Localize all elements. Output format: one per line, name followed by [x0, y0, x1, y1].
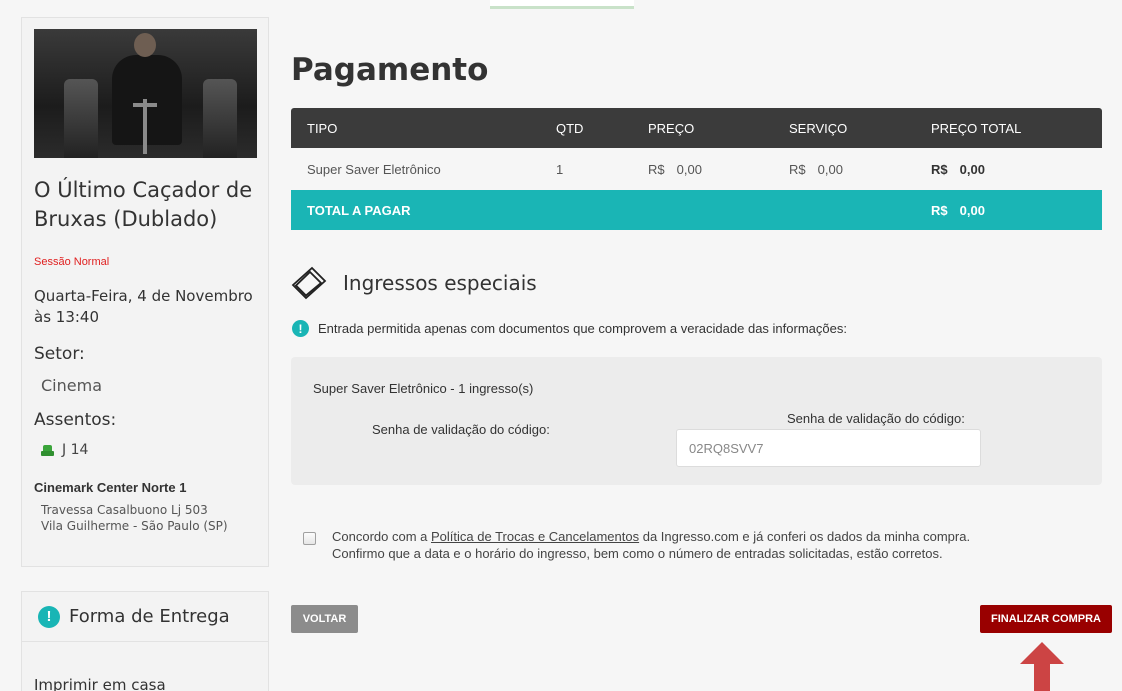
column-header-price: PREÇO: [648, 120, 695, 136]
table-row: Super Saver Eletrônico 1 R$ 0,00 R$ 0,00…: [291, 148, 1102, 190]
price-value: 0,00: [676, 161, 702, 177]
row-type: Super Saver Eletrônico: [307, 161, 441, 177]
terms-checkbox[interactable]: [303, 532, 316, 545]
special-tickets-title: Ingressos especiais: [343, 271, 537, 295]
back-button[interactable]: VOLTAR: [291, 605, 358, 633]
currency-symbol: R$: [931, 202, 948, 218]
cinema-address: Travessa Casalbuono Lj 503 Vila Guilherm…: [41, 503, 228, 533]
column-header-total: PREÇO TOTAL: [931, 120, 1022, 136]
seat-item: J 14: [41, 442, 88, 458]
payment-table: TIPO QTD PREÇO SERVIÇO PREÇO TOTAL Super…: [291, 108, 1102, 230]
notice-text: Entrada permitida apenas com documentos …: [318, 321, 847, 336]
total-label: TOTAL A PAGAR: [307, 202, 411, 218]
delivery-header: ! Forma de Entrega: [22, 592, 268, 642]
column-header-type: TIPO: [307, 120, 338, 136]
terms-prefix: Concordo com a: [332, 529, 431, 544]
delivery-method-card: ! Forma de Entrega Imprimir em casa: [21, 591, 269, 691]
currency-symbol: R$: [789, 161, 806, 177]
ticket-description: Super Saver Eletrônico - 1 ingresso(s): [313, 381, 534, 396]
session-summary-card: O Último Caçador de Bruxas (Dublado) Ses…: [21, 17, 269, 567]
terms-agreement: Concordo com a Política de Trocas e Canc…: [303, 528, 1052, 562]
seats-label: Assentos:: [34, 410, 117, 430]
delivery-title: Forma de Entrega: [69, 606, 230, 627]
cinema-name: Cinemark Center Norte 1: [34, 480, 187, 495]
total-value: 0,00: [959, 161, 985, 177]
validation-label: Senha de validação do código:: [372, 422, 550, 437]
terms-suffix: da Ingresso.com e já conferi os dados da…: [639, 529, 971, 544]
arrow-up-icon: [1020, 642, 1064, 691]
top-tab-indicator: [490, 0, 634, 9]
row-service: R$ 0,00: [789, 148, 843, 190]
seat-icon: [41, 444, 54, 456]
column-header-qty: QTD: [556, 120, 584, 136]
validation-field-label: Senha de validação do código:: [787, 411, 965, 426]
seat-value: J 14: [62, 442, 89, 458]
total-row: TOTAL A PAGAR R$ 0,00: [291, 190, 1102, 230]
row-qty: 1: [556, 161, 564, 177]
sector-label: Setor:: [34, 344, 85, 364]
service-value: 0,00: [817, 161, 843, 177]
currency-symbol: R$: [931, 161, 948, 177]
special-tickets-notice: ! Entrada permitida apenas com documento…: [292, 320, 847, 337]
info-icon: !: [292, 320, 309, 337]
total-amount: R$ 0,00: [931, 190, 985, 230]
sector-value: Cinema: [41, 376, 102, 395]
column-header-service: SERVIÇO: [789, 120, 848, 136]
row-price: R$ 0,00: [648, 148, 702, 190]
table-header: TIPO QTD PREÇO SERVIÇO PREÇO TOTAL: [291, 108, 1102, 148]
currency-symbol: R$: [648, 161, 665, 177]
validation-panel: Super Saver Eletrônico - 1 ingresso(s) S…: [291, 357, 1102, 485]
finish-purchase-button[interactable]: FINALIZAR COMPRA: [980, 605, 1112, 633]
movie-poster: [34, 29, 257, 158]
session-type: Sessão Normal: [34, 256, 110, 268]
page-title: Pagamento: [291, 52, 489, 88]
terms-text: Concordo com a Política de Trocas e Canc…: [332, 528, 1052, 562]
validation-code-input[interactable]: [676, 429, 981, 467]
movie-title: O Último Caçador de Bruxas (Dublado): [34, 178, 253, 231]
info-icon: !: [38, 605, 60, 628]
ticket-icon: [291, 266, 327, 300]
policy-link[interactable]: Política de Trocas e Cancelamentos: [431, 529, 639, 544]
terms-line-2: Confirmo que a data e o horário do ingre…: [332, 546, 943, 561]
delivery-option[interactable]: Imprimir em casa: [34, 676, 166, 691]
session-datetime: Quarta-Feira, 4 de Novembro às 13:40: [34, 287, 253, 326]
total-amount-value: 0,00: [959, 202, 985, 218]
row-total: R$ 0,00: [931, 148, 985, 190]
